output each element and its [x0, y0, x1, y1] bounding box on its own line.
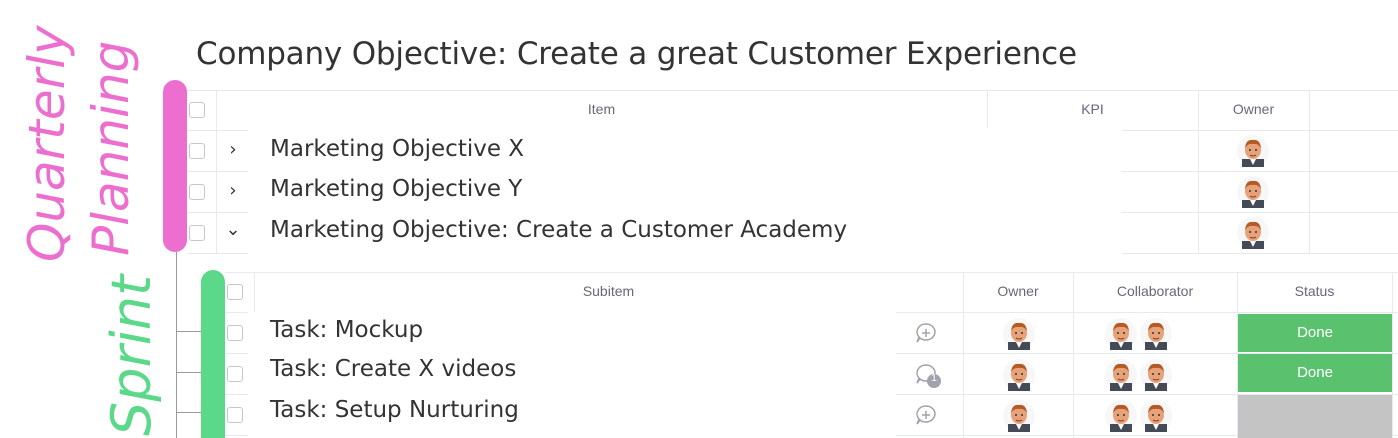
item-name[interactable]: Marketing Objective X — [270, 136, 524, 162]
add-update-icon[interactable] — [914, 403, 938, 431]
item-name[interactable]: Marketing Objective: Create a Customer A… — [270, 217, 847, 243]
collaborator-avatar-icon[interactable] — [1105, 400, 1137, 432]
status-cell[interactable] — [1238, 395, 1392, 438]
row-checkbox[interactable] — [189, 225, 205, 241]
expand-chevron-icon[interactable]: › — [223, 180, 243, 201]
update-count-icon[interactable]: 1 — [914, 362, 944, 394]
owner-avatar-icon[interactable] — [1003, 400, 1035, 432]
subitem-name[interactable]: Task: Setup Nurturing — [270, 397, 519, 423]
column-header-owner[interactable]: Owner — [963, 283, 1073, 299]
column-header-status[interactable]: Status — [1237, 283, 1392, 299]
tree-connector — [176, 252, 177, 438]
subitem-name[interactable]: Task: Create X videos — [270, 356, 516, 382]
subitem-checkbox[interactable] — [227, 407, 243, 423]
expand-chevron-icon[interactable]: › — [223, 139, 243, 160]
collaborator-avatar-icon[interactable] — [1140, 359, 1172, 391]
owner-avatar-icon[interactable] — [1003, 359, 1035, 391]
sprint-highlight — [201, 270, 225, 438]
column-header-kpi[interactable]: KPI — [987, 101, 1198, 117]
collaborator-avatar-icon[interactable] — [1140, 400, 1172, 432]
row-divider — [187, 90, 1398, 91]
collaborator-avatar-icon[interactable] — [1105, 359, 1137, 391]
item-name[interactable]: Marketing Objective Y — [270, 176, 522, 202]
sprint-label: Sprint — [100, 274, 163, 436]
quarterly-label: Quarterly — [18, 25, 76, 262]
subitem-checkbox[interactable] — [227, 366, 243, 382]
status-cell[interactable]: Done — [1238, 314, 1392, 352]
subitem-name[interactable]: Task: Mockup — [270, 317, 423, 343]
row-checkbox[interactable] — [189, 143, 205, 159]
select-all-subitems-checkbox[interactable] — [227, 284, 243, 300]
status-cell[interactable]: Done — [1238, 354, 1392, 392]
column-header-collaborator[interactable]: Collaborator — [1073, 283, 1237, 299]
collaborator-avatar-icon[interactable] — [1105, 318, 1137, 350]
row-checkbox[interactable] — [189, 184, 205, 200]
owner-avatar-icon[interactable] — [1003, 318, 1035, 350]
column-header-owner[interactable]: Owner — [1198, 101, 1309, 117]
add-update-icon[interactable] — [914, 321, 938, 349]
col-divider — [1309, 90, 1310, 253]
owner-avatar-icon[interactable] — [1237, 135, 1269, 167]
collaborator-avatar-icon[interactable] — [1140, 318, 1172, 350]
quarterly-highlight — [163, 80, 187, 252]
planning-label: Planning — [82, 40, 140, 256]
update-count: 1 — [931, 373, 937, 384]
row-divider — [225, 272, 1398, 273]
collapse-chevron-icon[interactable]: ⌄ — [223, 219, 243, 240]
owner-avatar-icon[interactable] — [1237, 217, 1269, 249]
col-divider — [1392, 272, 1393, 438]
column-header-subitem[interactable]: Subitem — [254, 283, 963, 299]
select-all-checkbox[interactable] — [189, 102, 205, 118]
subitem-checkbox[interactable] — [227, 325, 243, 341]
column-header-item[interactable]: Item — [216, 101, 987, 117]
page-title: Company Objective: Create a great Custom… — [196, 36, 1077, 72]
owner-avatar-icon[interactable] — [1237, 176, 1269, 208]
